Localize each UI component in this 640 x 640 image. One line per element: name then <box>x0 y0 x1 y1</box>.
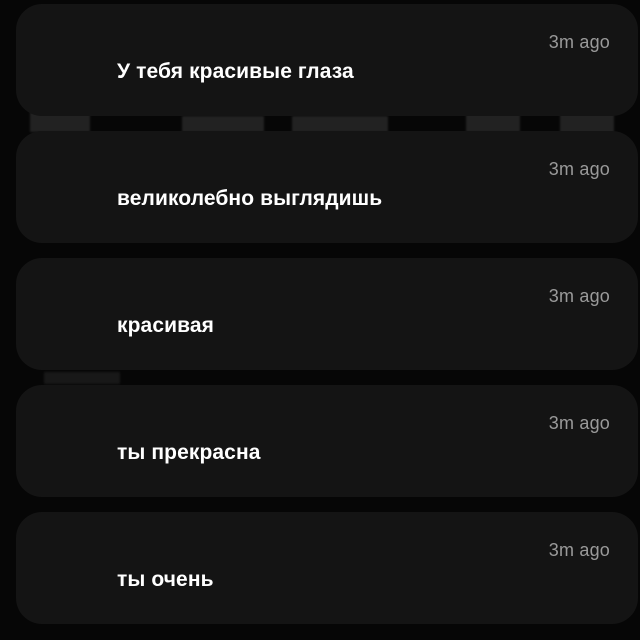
background-photo-fragment <box>182 116 264 132</box>
notification-card[interactable]: 3m ago великолебно выглядишь <box>16 131 638 243</box>
notification-card[interactable]: 3m ago У тебя красивые глаза <box>16 4 638 116</box>
background-photo-fragment <box>292 116 388 132</box>
notification-message: ты прекрасна <box>117 441 261 464</box>
notification-time: 3m ago <box>548 159 610 179</box>
notification-message: великолебно выглядишь <box>117 187 383 210</box>
notification-time: 3m ago <box>548 540 610 560</box>
background-photo-fragment <box>466 114 520 132</box>
notification-card[interactable]: 3m ago ты прекрасна <box>16 385 638 497</box>
notification-message: красивая <box>117 314 214 337</box>
notification-message: У тебя красивые глаза <box>117 60 354 83</box>
notification-time: 3m ago <box>548 286 610 306</box>
notification-screen: 3m ago У тебя красивые глаза 3m ago вели… <box>0 0 640 640</box>
notification-card[interactable]: 3m ago красивая <box>16 258 638 370</box>
notification-time: 3m ago <box>548 32 610 52</box>
notification-time: 3m ago <box>548 413 610 433</box>
notification-message: ты очень <box>117 568 214 591</box>
background-photo-fragment <box>44 372 120 384</box>
notification-card[interactable]: 3m ago ты очень <box>16 512 638 624</box>
